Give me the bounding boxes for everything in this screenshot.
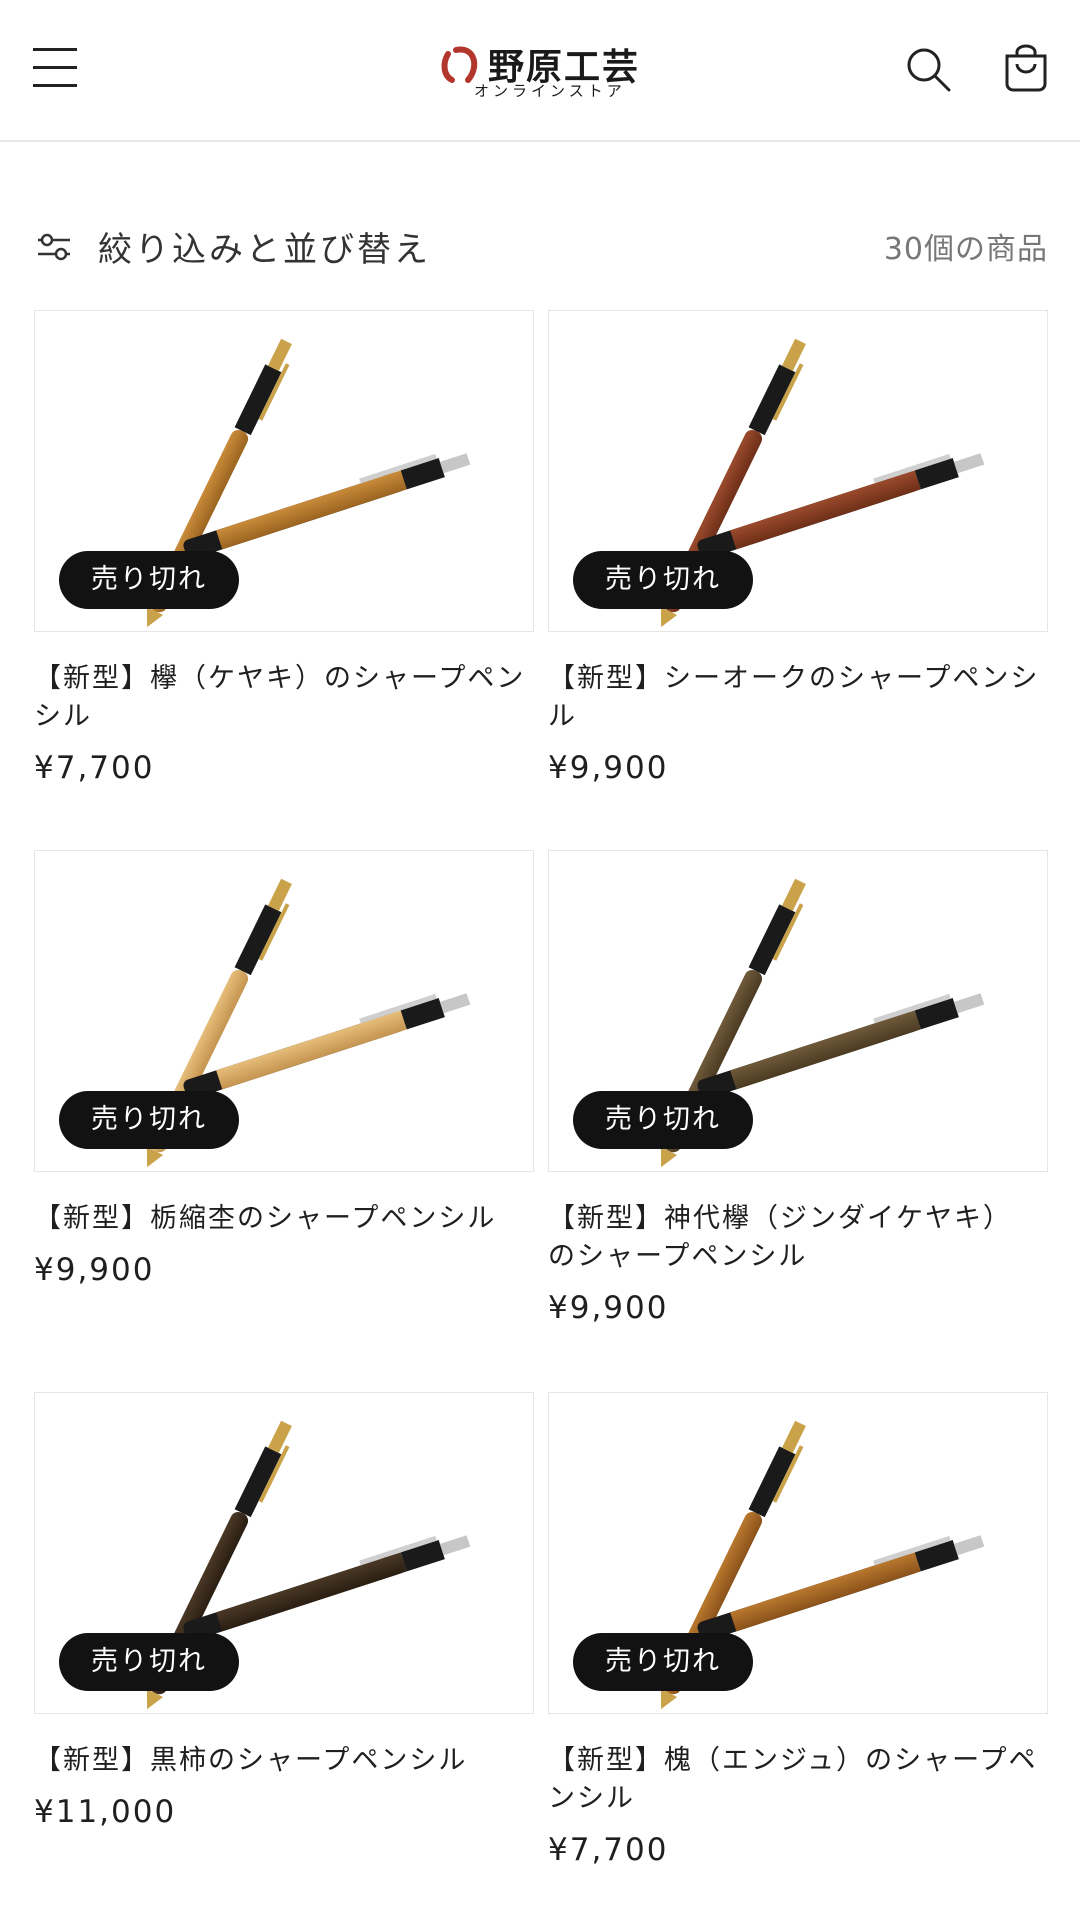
product-card[interactable]: 売り切れ 【新型】神代欅（ジンダイケヤキ）のシャープペンシル ¥9,900 (548, 850, 1048, 1392)
product-price: ¥11,000 (34, 1794, 177, 1830)
product-card[interactable]: 売り切れ 【新型】黒柿のシャープペンシル ¥11,000 (34, 1392, 534, 1932)
sold-out-badge: 売り切れ (573, 1633, 753, 1691)
product-image[interactable]: 売り切れ (548, 310, 1048, 632)
product-card[interactable]: 売り切れ 【新型】栃縮杢のシャープペンシル ¥9,900 (34, 850, 534, 1392)
product-image[interactable]: 売り切れ (34, 850, 534, 1172)
sold-out-badge: 売り切れ (59, 551, 239, 609)
product-card[interactable]: 売り切れ 【新型】シーオークのシャープペンシル ¥9,900 (548, 310, 1048, 850)
product-title[interactable]: 【新型】黒柿のシャープペンシル (34, 1742, 534, 1780)
product-image[interactable]: 売り切れ (34, 310, 534, 632)
product-title[interactable]: 【新型】シーオークのシャープペンシル (548, 660, 1048, 736)
product-price: ¥7,700 (34, 750, 155, 786)
filter-sort-label: 絞り込みと並び替え (98, 230, 431, 270)
product-price: ¥9,900 (548, 750, 669, 786)
product-image[interactable]: 売り切れ (548, 850, 1048, 1172)
filter-icon (38, 233, 70, 260)
filter-bar: 絞り込みと並び替え 30個の商品 (0, 142, 1080, 312)
store-logo[interactable]: 野原工芸 オンラインストア (440, 38, 650, 102)
sold-out-badge: 売り切れ (573, 1091, 753, 1149)
product-grid: 売り切れ 【新型】欅（ケヤキ）のシャープペンシル ¥7,700 売り切れ 【新型… (34, 310, 1050, 1932)
sold-out-badge: 売り切れ (573, 551, 753, 609)
product-image[interactable]: 売り切れ (34, 1392, 534, 1714)
product-price: ¥9,900 (548, 1290, 669, 1326)
product-title[interactable]: 【新型】栃縮杢のシャープペンシル (34, 1200, 534, 1238)
sold-out-badge: 売り切れ (59, 1091, 239, 1149)
product-price: ¥9,900 (34, 1252, 155, 1288)
cart-icon[interactable] (1001, 44, 1051, 94)
search-icon[interactable] (905, 46, 951, 92)
product-title[interactable]: 【新型】欅（ケヤキ）のシャープペンシル (34, 660, 534, 736)
menu-icon[interactable] (33, 48, 77, 88)
filter-sort-toggle[interactable]: 絞り込みと並び替え (36, 222, 431, 271)
product-title[interactable]: 【新型】槐（エンジュ）のシャープペンシル (548, 1742, 1048, 1818)
site-header: 野原工芸 オンラインストア (0, 0, 1080, 142)
product-image[interactable]: 売り切れ (548, 1392, 1048, 1714)
product-card[interactable]: 売り切れ 【新型】槐（エンジュ）のシャープペンシル ¥7,700 (548, 1392, 1048, 1932)
sold-out-badge: 売り切れ (59, 1633, 239, 1691)
product-count: 30個の商品 (883, 232, 1048, 267)
product-title[interactable]: 【新型】神代欅（ジンダイケヤキ）のシャープペンシル (548, 1200, 1048, 1276)
logo-subtitle: オンラインストア (474, 82, 626, 100)
product-price: ¥7,700 (548, 1832, 669, 1868)
product-card[interactable]: 売り切れ 【新型】欅（ケヤキ）のシャープペンシル ¥7,700 (34, 310, 534, 850)
